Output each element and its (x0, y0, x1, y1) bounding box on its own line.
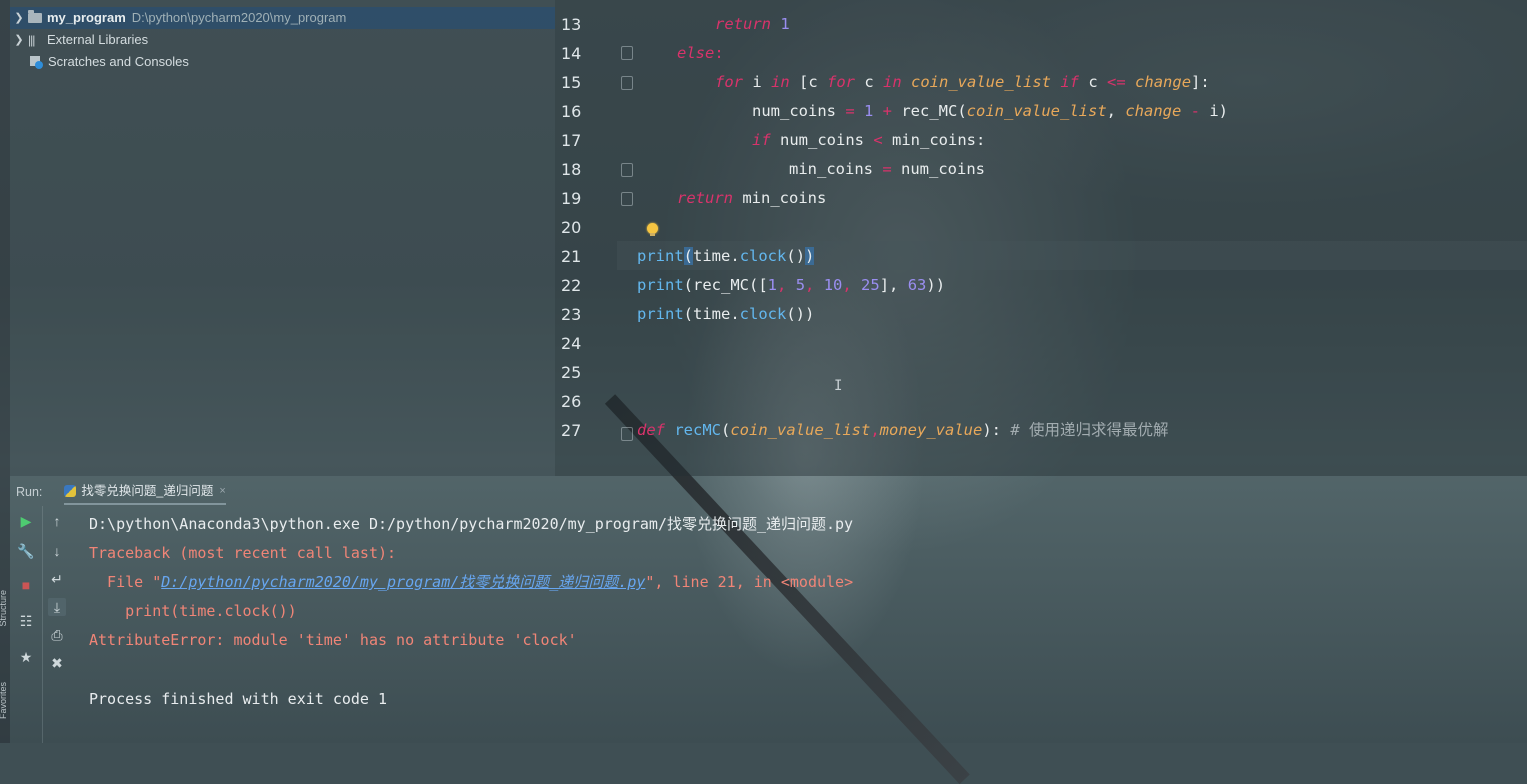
console-traceback-line: Traceback (most recent call last): (89, 544, 397, 562)
text-cursor-icon: I (834, 378, 843, 394)
line-number: 24 (561, 334, 582, 353)
arrow-down-icon[interactable]: ↓ (48, 542, 66, 560)
arrow-up-icon[interactable]: ↑ (48, 512, 66, 530)
layout-icon[interactable]: ☷ (17, 612, 35, 630)
fold-marker-icon[interactable] (621, 163, 633, 177)
run-label: Run: (16, 485, 43, 499)
soft-wrap-icon[interactable]: ↵ (48, 570, 66, 588)
tree-item-label: my_program (47, 10, 126, 25)
line-number: 22 (561, 276, 582, 295)
fold-marker-icon[interactable] (621, 46, 633, 60)
code-line-21: print(time.clock()) (637, 247, 815, 265)
favorites-tab[interactable]: Favorites (0, 682, 8, 719)
run-tool-bar: Run: 找零兑换问题_递归问题 × (10, 479, 1527, 505)
structure-tab[interactable]: Structure (0, 590, 8, 627)
left-tool-strip: Structure Favorites (0, 0, 10, 743)
code-line-17: if num_coins < min_coins: (752, 131, 986, 149)
folder-icon (28, 10, 42, 23)
console-error-line: AttributeError: module 'time' has no att… (89, 631, 577, 649)
console-command-line: D:\python\Anaconda3\python.exe D:/python… (89, 515, 854, 533)
line-number: 26 (561, 392, 582, 411)
lightbulb-icon[interactable] (647, 223, 658, 236)
code-line-13: return 1 (715, 15, 790, 33)
scroll-to-end-icon[interactable]: ⤓ (48, 598, 66, 616)
chevron-right-icon[interactable]: ❯ (10, 29, 28, 51)
line-number: 13 (561, 15, 582, 34)
code-line-16: num_coins = 1 + rec_MC(coin_value_list, … (752, 102, 1228, 120)
line-gutter: 13 14 15 16 17 18 19 20 21 22 23 24 25 2… (555, 0, 617, 476)
line-number: 15 (561, 73, 582, 92)
code-line-15: for i in [c for c in coin_value_list if … (715, 73, 1210, 91)
trash-icon[interactable]: ✖ (48, 654, 66, 672)
run-toolbar: ▶ ↑ 🔧 ↓ ■ ↵ ⤓ ☷ ⎙ ★ ✖ (10, 506, 72, 743)
tree-item-path: D:\python\pycharm2020\my_program (131, 10, 347, 25)
code-line-18: min_coins = num_coins (789, 160, 985, 178)
fold-marker-icon[interactable] (621, 76, 633, 90)
line-number: 25 (561, 363, 582, 382)
console-file-line: File "D:/python/pycharm2020/my_program/找… (89, 573, 854, 591)
code-line-27: def recMC(coin_value_list,money_value): … (637, 421, 1169, 439)
scratches-icon (28, 55, 44, 69)
line-number: 14 (561, 44, 582, 63)
line-number: 20 (561, 218, 582, 237)
line-number: 18 (561, 160, 582, 179)
code-editor[interactable]: 13 14 15 16 17 18 19 20 21 22 23 24 25 2… (555, 0, 1527, 476)
line-number: 19 (561, 189, 582, 208)
print-icon[interactable]: ⎙ (48, 626, 66, 644)
close-icon[interactable]: × (219, 479, 225, 503)
run-tab-label: 找零兑换问题_递归问题 (81, 484, 214, 498)
tree-item-label: Scratches and Consoles (48, 54, 189, 69)
line-number: 27 (561, 421, 582, 440)
rerun-icon[interactable]: ▶ (17, 512, 35, 530)
project-tree-panel: ❯ my_program D:\python\pycharm2020\my_pr… (10, 0, 555, 476)
console-code-line: print(time.clock()) (89, 602, 297, 620)
toolbar-divider (42, 506, 43, 743)
fold-marker-icon[interactable] (621, 192, 633, 206)
code-line-14: else: (677, 44, 724, 62)
line-number: 23 (561, 305, 582, 324)
tree-item-scratches[interactable]: Scratches and Consoles (10, 51, 189, 73)
tree-item-external-libraries[interactable]: ❯ ||| External Libraries (10, 29, 148, 51)
line-number: 21 (561, 247, 582, 266)
tree-item-my-program[interactable]: ❯ my_program D:\python\pycharm2020\my_pr… (10, 7, 555, 29)
python-file-icon (64, 485, 77, 497)
wrench-icon[interactable]: 🔧 (17, 542, 35, 560)
chevron-right-icon[interactable]: ❯ (10, 7, 28, 29)
code-line-19: return min_coins (677, 189, 827, 207)
line-number: 17 (561, 131, 582, 150)
run-tab[interactable]: 找零兑换问题_递归问题 × (64, 479, 226, 505)
pin-icon[interactable]: ★ (17, 648, 35, 666)
traceback-file-link[interactable]: D:/python/pycharm2020/my_program/找零兑换问题_… (161, 573, 645, 591)
tree-item-label: External Libraries (47, 32, 149, 47)
library-icon: ||| (28, 33, 35, 47)
line-number: 16 (561, 102, 582, 121)
fold-marker-icon[interactable] (621, 427, 633, 441)
code-line-22: print(rec_MC([1, 5, 10, 25], 63)) (637, 276, 946, 294)
console-exit-line: Process finished with exit code 1 (89, 690, 388, 708)
stop-icon[interactable]: ■ (17, 576, 35, 594)
code-line-23: print(time.clock()) (637, 305, 815, 323)
